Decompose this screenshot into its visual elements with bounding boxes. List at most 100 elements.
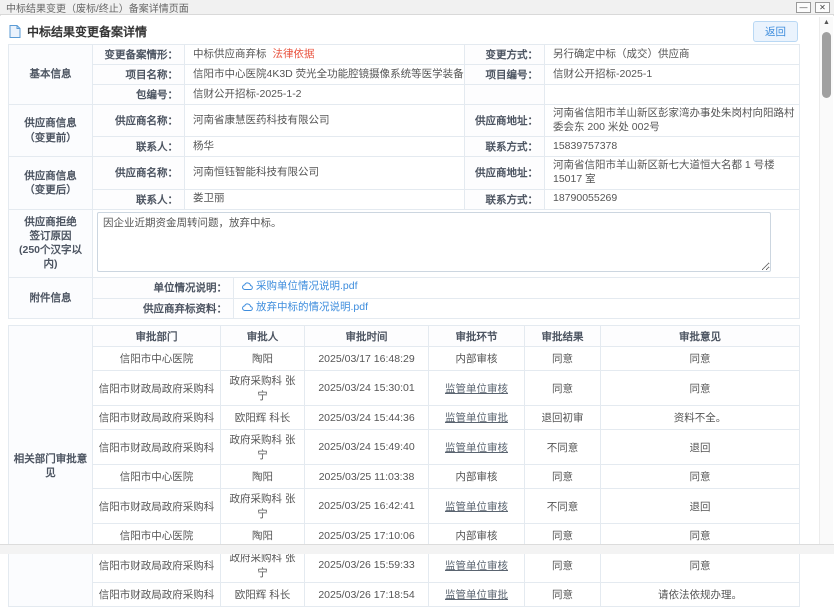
back-button[interactable]: 返回: [753, 21, 798, 42]
approval-result: 退回初审: [525, 406, 601, 430]
approval-opinion: 退回: [601, 430, 800, 465]
section-basic-info: 基本信息: [9, 45, 93, 105]
approval-row: 信阳市财政局政府采购科 欧阳辉 科长 2025/03/24 15:44:36 监…: [9, 406, 800, 430]
approval-dept: 信阳市中心医院: [93, 347, 221, 371]
project-no-label: 项目编号：: [465, 65, 545, 85]
approval-row: 信阳市中心医院 陶阳 2025/03/17 16:48:29 内部审核 同意 同…: [9, 347, 800, 371]
vertical-scrollbar[interactable]: ▲: [819, 17, 833, 544]
change-case-cell: 中标供应商弃标法律依据: [185, 45, 465, 65]
approval-person: 政府采购科 张宁: [221, 430, 305, 465]
scrollbar-thumb[interactable]: [822, 32, 831, 98]
refusal-label-l1: 供应商拒绝: [24, 216, 77, 228]
approval-result: 不同意: [525, 489, 601, 524]
approval-dept: 信阳市财政局政府采购科: [93, 583, 221, 607]
document-icon: [9, 25, 21, 38]
legal-basis-link[interactable]: 法律依据: [273, 48, 315, 60]
minimize-icon[interactable]: —: [796, 2, 811, 13]
approval-dept: 信阳市财政局政府采购科: [93, 430, 221, 465]
approval-time: 2025/03/24 15:30:01: [305, 371, 429, 406]
supplier-before-phone-value: 15839757378: [545, 137, 800, 157]
page-title: 中标结果变更备案详情: [27, 23, 753, 40]
approval-step: 内部审核: [429, 465, 525, 489]
supplier-before-name-value: 河南省康慧医药科技有限公司: [185, 105, 465, 137]
supplier-before-address-value: 河南省信阳市羊山新区彭家湾办事处朱岗村向阳路村委会东 200 米处 002号: [545, 105, 800, 137]
supplier-after-contact-label: 联系人：: [93, 189, 185, 209]
approval-row: 信阳市中心医院 陶阳 2025/03/25 11:03:38 内部审核 同意 同…: [9, 465, 800, 489]
approval-opinion: 资料不全。: [601, 406, 800, 430]
supplier-after-phone-value: 18790055269: [545, 189, 800, 209]
project-no-value: 信财公开招标-2025-1: [545, 65, 800, 85]
supplier-before-label-l1: 供应商信息: [24, 117, 77, 129]
refusal-reason-textarea[interactable]: 因企业近期资金周转问题，放弃中标。: [97, 212, 771, 272]
approval-result: 同意: [525, 465, 601, 489]
approval-row: 信阳市财政局政府采购科 政府采购科 张宁 2025/03/25 16:42:41…: [9, 489, 800, 524]
supplier-after-contact-value: 娄卫丽: [185, 189, 465, 209]
approval-header-dept: 审批部门: [93, 326, 221, 347]
change-method-label: 变更方式：: [465, 45, 545, 65]
attachments-table: 附件信息 单位情况说明： 采购单位情况说明.pdf 供应商弃标资料： 放弃中标的…: [8, 277, 800, 320]
supplier-after-label-l2: （变更后）: [24, 184, 77, 196]
page-header: 中标结果变更备案详情 返回: [0, 16, 834, 44]
project-name-label: 项目名称：: [93, 65, 185, 85]
waiver-doc-link[interactable]: 放弃中标的情况说明.pdf: [242, 301, 368, 315]
approval-time: 2025/03/24 15:49:40: [305, 430, 429, 465]
scroll-up-icon[interactable]: ▲: [820, 17, 833, 29]
supplier-after-phone-label: 联系方式：: [465, 189, 545, 209]
empty-label-cell: [465, 85, 545, 105]
approval-header-result: 审批结果: [525, 326, 601, 347]
approval-header-time: 审批时间: [305, 326, 429, 347]
approval-step-link[interactable]: 监管单位审批: [429, 406, 525, 430]
window-titlebar: 中标结果变更（废标/终止）备案详情页面 — ✕: [0, 0, 834, 15]
approval-opinion: 同意: [601, 465, 800, 489]
approval-person: 陶阳: [221, 465, 305, 489]
unit-doc-link[interactable]: 采购单位情况说明.pdf: [242, 280, 358, 294]
change-case-label: 变更备案情形：: [93, 45, 185, 65]
approval-dept: 信阳市财政局政府采购科: [93, 371, 221, 406]
window-controls: — ✕: [796, 2, 830, 13]
waiver-doc-label: 供应商弃标资料：: [93, 298, 234, 319]
section-approval-opinions: 相关部门审批意见: [9, 326, 93, 607]
supplier-after-address-label: 供应商地址：: [465, 157, 545, 189]
approval-result: 同意: [525, 371, 601, 406]
approval-opinion: 同意: [601, 371, 800, 406]
supplier-after-label-l1: 供应商信息: [24, 170, 77, 182]
approval-opinion: 同意: [601, 347, 800, 371]
approval-person: 欧阳辉 科长: [221, 583, 305, 607]
approval-opinion: 请依法依规办理。: [601, 583, 800, 607]
approval-dept: 信阳市财政局政府采购科: [93, 406, 221, 430]
approval-result: 同意: [525, 347, 601, 371]
approval-step-link[interactable]: 监管单位审核: [429, 371, 525, 406]
waiver-doc-cell: 放弃中标的情况说明.pdf: [234, 298, 800, 319]
approval-header-step: 审批环节: [429, 326, 525, 347]
close-icon[interactable]: ✕: [815, 2, 830, 13]
cloud-download-icon: [242, 303, 253, 312]
window-title: 中标结果变更（废标/终止）备案详情页面: [6, 0, 189, 15]
approval-row: 信阳市财政局政府采购科 政府采购科 张宁 2025/03/24 15:49:40…: [9, 430, 800, 465]
section-refusal-reason: 供应商拒绝 签订原因 (250个汉字以内): [9, 209, 93, 277]
supplier-before-phone-label: 联系方式：: [465, 137, 545, 157]
supplier-after-name-label: 供应商名称：: [93, 157, 185, 189]
approval-time: 2025/03/26 17:18:54: [305, 583, 429, 607]
supplier-after-address-value: 河南省信阳市羊山新区新七大道恒大名都 1 号楼 15017 室: [545, 157, 800, 189]
approval-step-link[interactable]: 监管单位审批: [429, 583, 525, 607]
refusal-label-l2: 签订原因: [30, 230, 72, 242]
project-name-value: 信阳市中心医院4K3D 荧光全功能腔镜摄像系统等医学装备采购项目: [185, 65, 465, 85]
cloud-download-icon: [242, 282, 253, 291]
supplier-before-label-l2: （变更前）: [24, 132, 77, 144]
approval-row: 信阳市财政局政府采购科 欧阳辉 科长 2025/03/26 17:18:54 监…: [9, 583, 800, 607]
supplier-before-name-label: 供应商名称：: [93, 105, 185, 137]
approval-step-link[interactable]: 监管单位审核: [429, 489, 525, 524]
unit-doc-filename: 采购单位情况说明.pdf: [256, 280, 358, 294]
approval-time: 2025/03/24 15:44:36: [305, 406, 429, 430]
unit-doc-label: 单位情况说明：: [93, 277, 234, 298]
change-method-value: 另行确定中标（成交）供应商: [545, 45, 800, 65]
supplier-before-contact-label: 联系人：: [93, 137, 185, 157]
section-supplier-after: 供应商信息 （变更后）: [9, 157, 93, 209]
approval-dept: 信阳市中心医院: [93, 465, 221, 489]
approval-person: 政府采购科 张宁: [221, 371, 305, 406]
main-content: 中标结果变更备案详情 返回 基本信息 变更备案情形： 中标供应商弃标法律依据 变…: [0, 16, 834, 545]
supplier-before-contact-value: 杨华: [185, 137, 465, 157]
approval-step-link[interactable]: 监管单位审核: [429, 430, 525, 465]
approval-person: 陶阳: [221, 347, 305, 371]
package-no-value: 信财公开招标-2025-1-2: [185, 85, 465, 105]
